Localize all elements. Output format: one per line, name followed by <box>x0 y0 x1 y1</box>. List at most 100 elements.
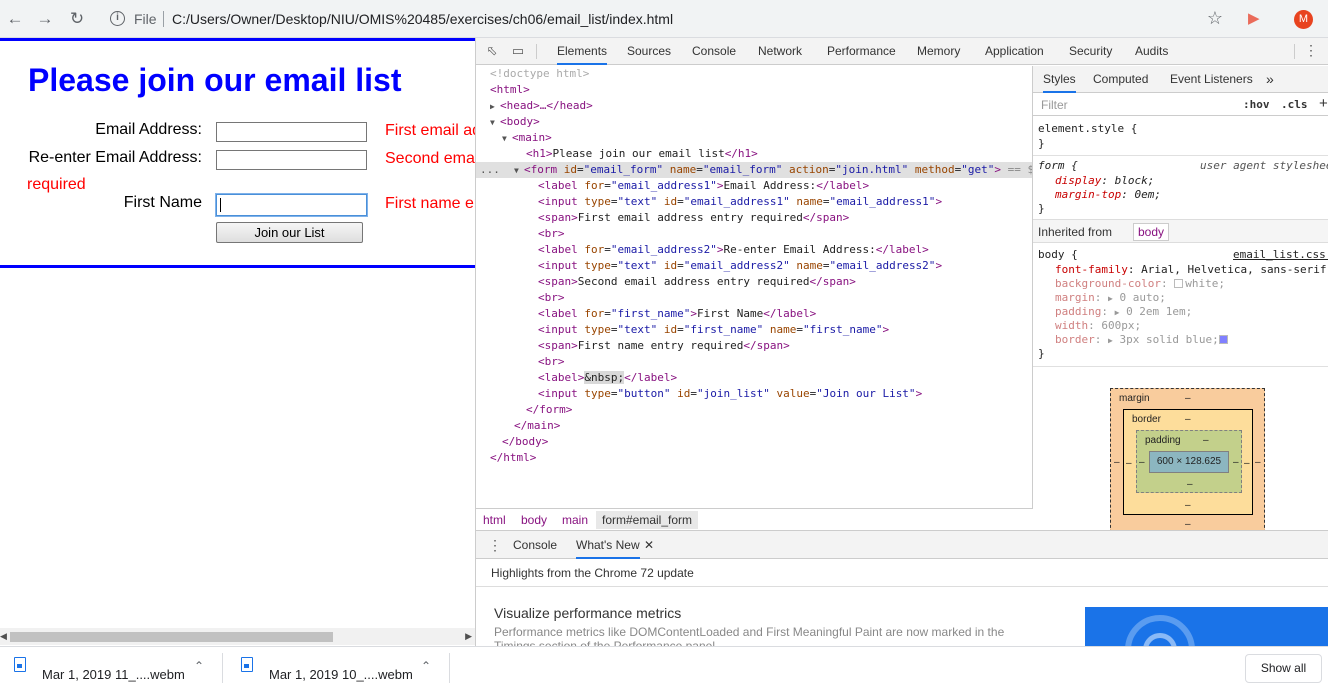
close-tab-icon[interactable]: ✕ <box>644 538 654 552</box>
box-model-padding[interactable]: padding – – – – 600 × 128.625 <box>1136 430 1242 493</box>
tab-elements[interactable]: Elements <box>557 38 608 65</box>
tab-memory[interactable]: Memory <box>917 38 960 65</box>
collapsed-triangle-icon[interactable]: ▶ <box>490 99 500 115</box>
scrollbar-thumb[interactable] <box>10 632 333 642</box>
drawer-headline-row: Highlights from the Chrome 72 update <box>476 559 1328 587</box>
tree-doctype[interactable]: <!doctype html> <box>490 66 589 82</box>
form-rule-selector[interactable]: form { <box>1038 159 1078 173</box>
color-swatch[interactable] <box>1174 279 1184 288</box>
tree-form-selected[interactable]: ... ▼ <form id="email_form" name="email_f… <box>476 162 1032 179</box>
expanded-triangle-icon[interactable]: ▼ <box>490 115 500 131</box>
tree-form-child[interactable]: <input type="text" id="first_name" name=… <box>538 322 889 338</box>
expanded-triangle-icon[interactable]: ▼ <box>502 131 512 147</box>
tree-form-child[interactable]: <br> <box>538 226 565 242</box>
breadcrumb-main[interactable]: main <box>562 513 588 527</box>
more-tabs-icon[interactable]: » <box>1266 66 1274 93</box>
tab-styles[interactable]: Styles <box>1043 66 1076 93</box>
tree-form-child[interactable]: <span>Second email address entry require… <box>538 274 856 290</box>
tab-application[interactable]: Application <box>985 38 1044 65</box>
tree-head[interactable]: ▶ <head>…</head> <box>490 98 593 114</box>
tree-main-close[interactable]: </main> <box>514 418 560 434</box>
drawer-tab-console[interactable]: Console <box>513 531 557 559</box>
row-menu-dots[interactable]: ... <box>480 162 500 178</box>
form-prop-display[interactable]: display: block; <box>1055 174 1154 188</box>
inherited-body-chip[interactable]: body <box>1133 223 1170 241</box>
email-address-input[interactable] <box>216 122 367 142</box>
profile-avatar[interactable]: M <box>1294 10 1313 29</box>
chevron-up-icon[interactable]: ⌃ <box>194 659 204 673</box>
breadcrumb-form[interactable]: form#email_form <box>596 511 699 529</box>
body-prop-width[interactable]: width: 600px; <box>1055 319 1141 333</box>
tree-html[interactable]: <html> <box>490 82 530 98</box>
cls-toggle[interactable]: .cls <box>1281 98 1308 111</box>
hov-toggle[interactable]: :hov <box>1243 98 1270 111</box>
scroll-right-icon[interactable]: ▶ <box>465 631 472 642</box>
tree-html-close[interactable]: </html> <box>490 450 536 466</box>
tree-form-close[interactable]: </form> <box>526 402 572 418</box>
show-all-button[interactable]: Show all <box>1245 654 1322 683</box>
whats-new-item-title[interactable]: Visualize performance metrics <box>494 605 681 621</box>
tree-form-child[interactable]: <input type="text" id="email_address1" n… <box>538 194 942 210</box>
box-model-content[interactable]: 600 × 128.625 <box>1149 451 1229 473</box>
tree-form-child[interactable]: <label for="email_address1">Email Addres… <box>538 178 869 194</box>
tab-computed[interactable]: Computed <box>1093 66 1148 93</box>
tree-form-child[interactable]: <input type="text" id="email_address2" n… <box>538 258 942 274</box>
tab-network[interactable]: Network <box>758 38 802 65</box>
tree-form-child[interactable]: <input type="button" id="join_list" valu… <box>538 386 922 402</box>
body-rule-source-link[interactable]: email_list.css:1 <box>1233 248 1328 262</box>
body-prop-background-color[interactable]: background-color: white; <box>1055 277 1225 291</box>
chevron-up-icon[interactable]: ⌃ <box>421 659 431 673</box>
info-icon[interactable]: i <box>110 11 125 26</box>
more-options-icon[interactable]: ⋮ <box>1304 42 1318 59</box>
tree-body-close[interactable]: </body> <box>502 434 548 450</box>
form-prop-margin-top[interactable]: margin-top: 0em; <box>1055 188 1161 202</box>
tab-console[interactable]: Console <box>692 38 736 65</box>
tree-body[interactable]: ▼ <body> <box>490 114 540 130</box>
reenter-email-input[interactable] <box>216 150 367 170</box>
device-toolbar-icon[interactable]: ▭ <box>510 43 526 59</box>
breadcrumb-body[interactable]: body <box>521 513 547 527</box>
element-style-selector[interactable]: element.style { <box>1038 122 1137 136</box>
color-swatch[interactable] <box>1218 335 1228 344</box>
join-list-button[interactable]: Join our List <box>216 222 363 243</box>
scroll-left-icon[interactable]: ◀ <box>0 631 7 642</box>
body-prop-border[interactable]: border: ▶ 3px solid blue; <box>1055 333 1230 347</box>
back-arrow-icon[interactable]: ← <box>4 8 26 30</box>
tree-form-child[interactable]: <span>First email address entry required… <box>538 210 849 226</box>
inspect-element-icon[interactable]: ⬁ <box>484 43 500 59</box>
tree-form-child[interactable]: <label>&nbsp;</label> <box>538 370 677 386</box>
tab-sources[interactable]: Sources <box>627 38 671 65</box>
reload-icon[interactable]: ↻ <box>66 8 88 30</box>
tree-h1[interactable]: <h1>Please join our email list</h1> <box>526 146 758 162</box>
tree-form-child[interactable]: <label for="first_name">First Name</labe… <box>538 306 816 322</box>
drawer-menu-icon[interactable]: ⋮ <box>488 537 502 554</box>
tab-security[interactable]: Security <box>1069 38 1112 65</box>
box-model-border[interactable]: border – – – – padding – – – – 600 × 128… <box>1123 409 1253 515</box>
tree-form-child[interactable]: <span>First name entry required</span> <box>538 338 790 354</box>
extension-icon[interactable]: ▶ <box>1248 10 1266 28</box>
box-model-margin[interactable]: margin – – – – border – – – – padding – … <box>1110 388 1265 530</box>
breadcrumb-html[interactable]: html <box>483 513 506 527</box>
tree-main[interactable]: ▼ <main> <box>502 130 552 146</box>
expanded-triangle-icon[interactable]: ▼ <box>514 163 524 179</box>
new-rule-icon[interactable]: + <box>1319 95 1328 112</box>
tab-event-listeners[interactable]: Event Listeners <box>1170 66 1253 93</box>
first-name-input[interactable] <box>216 194 367 216</box>
filter-input[interactable]: Filter <box>1041 98 1068 112</box>
tab-performance[interactable]: Performance <box>827 38 896 65</box>
drawer-tab-whats-new[interactable]: What's New <box>576 531 640 559</box>
tree-form-child[interactable]: <label for="email_address2">Re-enter Ema… <box>538 242 929 258</box>
tree-form-child[interactable]: <br> <box>538 354 565 370</box>
horizontal-scrollbar[interactable]: ◀ ▶ <box>0 628 475 645</box>
body-prop-margin[interactable]: margin: ▶ 0 auto; <box>1055 291 1166 305</box>
bookmark-star-icon[interactable]: ☆ <box>1207 8 1223 29</box>
whats-new-illustration <box>1085 607 1328 647</box>
tab-audits[interactable]: Audits <box>1135 38 1168 65</box>
body-rule-selector[interactable]: body { <box>1038 248 1078 262</box>
url-text[interactable]: C:/Users/Owner/Desktop/NIU/OMIS%20485/ex… <box>172 11 673 27</box>
forward-arrow-icon[interactable]: → <box>34 8 56 30</box>
body-prop-padding[interactable]: padding: ▶ 0 2em 1em; <box>1055 305 1192 319</box>
address-bar[interactable]: i File C:/Users/Owner/Desktop/NIU/OMIS%2… <box>100 5 1235 33</box>
body-prop-font-family[interactable]: font-family: Arial, Helvetica, sans-seri… <box>1055 263 1328 277</box>
tree-form-child[interactable]: <br> <box>538 290 565 306</box>
